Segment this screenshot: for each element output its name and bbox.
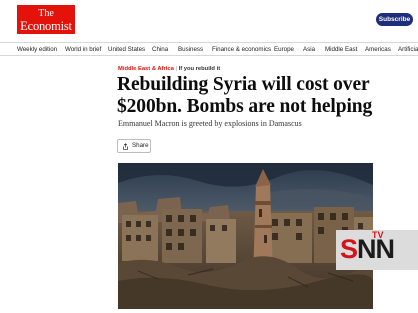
article-subhead: Emmanuel Macron is greeted by explosions… bbox=[118, 119, 302, 128]
share-label: Share bbox=[132, 142, 149, 149]
snn-logo-text: SNN bbox=[340, 234, 395, 264]
nav-item-finance-economics[interactable]: Finance & economics bbox=[212, 43, 271, 55]
article-section-line: Middle East & Africa | If you rebuild it bbox=[118, 66, 220, 72]
article-headline: Rebuilding Syria will cost over $200bn. … bbox=[117, 74, 373, 117]
nav-item-artificial[interactable]: Artificial bbox=[398, 43, 418, 55]
site-header: The Economist Subscribe bbox=[0, 0, 418, 42]
nav-item-europe[interactable]: Europe bbox=[274, 43, 294, 55]
share-button[interactable]: Share bbox=[117, 139, 151, 153]
nav-item-business[interactable]: Business bbox=[178, 43, 203, 55]
economist-logo[interactable]: The Economist bbox=[17, 5, 75, 34]
share-icon bbox=[123, 143, 128, 150]
subscribe-button[interactable]: Subscribe bbox=[376, 13, 413, 26]
section-link[interactable]: Middle East & Africa bbox=[118, 66, 174, 72]
image-caption bbox=[118, 309, 373, 313]
topic-label: If you rebuild it bbox=[178, 66, 221, 72]
ruined-city-photo bbox=[118, 163, 373, 309]
snn-s: S bbox=[340, 234, 358, 264]
nav-item-china[interactable]: China bbox=[152, 43, 168, 55]
nav-item-united-states[interactable]: United States bbox=[108, 43, 145, 55]
nav-item-middle-east[interactable]: Middle East bbox=[325, 43, 357, 55]
nav-item-americas[interactable]: Americas bbox=[365, 43, 391, 55]
logo-line-2: Economist bbox=[20, 19, 72, 33]
article-hero-image bbox=[118, 163, 373, 309]
nav-item-world-in-brief[interactable]: World in brief bbox=[65, 43, 101, 55]
nav-item-weekly-edition[interactable]: Weekly edition bbox=[17, 43, 57, 55]
snn-tv-label: TV bbox=[372, 230, 384, 240]
main-nav: Weekly edition World in brief United Sta… bbox=[0, 42, 418, 56]
nav-item-asia[interactable]: Asia bbox=[303, 43, 315, 55]
